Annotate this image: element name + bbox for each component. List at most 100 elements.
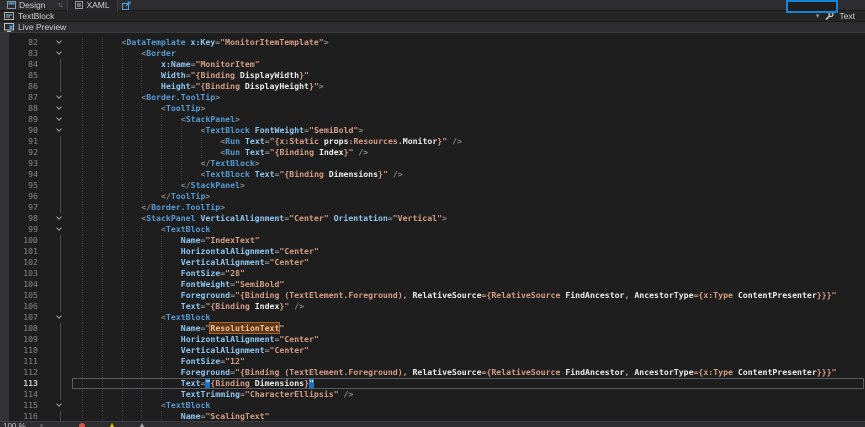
code-token: ToolTip — [171, 191, 206, 201]
code-line[interactable]: 92<Run Text="{Binding Index}" /> — [0, 147, 865, 158]
live-preview-bar[interactable]: Live Preview — [0, 22, 865, 33]
popout-button[interactable] — [118, 1, 135, 10]
code-line[interactable]: 96</ToolTip> — [0, 191, 865, 202]
code-line[interactable]: 94<TextBlock Text="{Binding Dimensions}"… — [0, 169, 865, 180]
code-line[interactable]: 95</StackPanel> — [0, 180, 865, 191]
fold-chevron-icon[interactable] — [56, 49, 62, 55]
fold-chevron-icon[interactable] — [56, 214, 62, 220]
code-line[interactable]: 85Width="{Binding DisplayWidth}" — [0, 70, 865, 81]
code-line[interactable]: 107<TextBlock — [0, 312, 865, 323]
code-line[interactable]: 97</Border.ToolTip> — [0, 202, 865, 213]
code-line[interactable]: 91 <Run Text="{x:Static props:Resources.M… — [0, 136, 865, 147]
code-line[interactable]: 93</TextBlock> — [0, 158, 865, 169]
code-line[interactable]: 116Name="ScalingText" — [0, 411, 865, 421]
code-area: <TextBlock — [70, 224, 865, 235]
code-line[interactable]: 113Text="{Binding Dimensions}" — [0, 378, 865, 389]
code-area: <TextBlock FontWeight="SemiBold"> — [70, 125, 865, 136]
code-line[interactable]: 104FontWeight="SemiBold" — [0, 279, 865, 290]
fold-margin[interactable] — [46, 213, 70, 224]
code-line[interactable]: 98<StackPanel VerticalAlignment="Center"… — [0, 213, 865, 224]
code-line[interactable]: 106Text="{Binding Index}" /> — [0, 301, 865, 312]
code-line[interactable]: 110VerticalAlignment="Center" — [0, 345, 865, 356]
code-area: x:Name="MonitorItem" — [70, 59, 865, 70]
code-line[interactable]: 114TextTrimming="CharacterEllipsis" /> — [0, 389, 865, 400]
fold-chevron-icon[interactable] — [56, 38, 62, 44]
code-line[interactable]: 115<TextBlock — [0, 400, 865, 411]
fold-margin[interactable] — [46, 37, 70, 48]
fold-margin — [46, 59, 70, 70]
outline-region-line — [60, 323, 61, 334]
zoom-level[interactable]: 100 % — [3, 422, 26, 427]
code-line[interactable]: 101HorizontalAlignment="Center" — [0, 246, 865, 257]
code-line[interactable]: 102VerticalAlignment="Center" — [0, 257, 865, 268]
tab-design[interactable]: Design — [0, 0, 52, 11]
code-token: DataTemplate — [126, 37, 185, 47]
code-token: "{Binding (TextElement.Foreground), — [235, 367, 412, 377]
line-number: 108 — [0, 323, 46, 334]
fold-margin — [46, 279, 70, 290]
code-area: <StackPanel VerticalAlignment="Center" O… — [70, 213, 865, 224]
code-token: "IndexText" — [205, 235, 259, 245]
error-icon[interactable] — [79, 423, 85, 427]
code-line[interactable]: 100Name="IndexText" — [0, 235, 865, 246]
code-token: Foreground — [181, 290, 230, 300]
code-text: <Run Text="{x:Static props:Resources.Mon… — [70, 136, 865, 147]
fold-margin[interactable] — [46, 114, 70, 125]
code-editor[interactable]: 82<DataTemplate x:Key="MonitorItemTempla… — [0, 33, 865, 421]
fold-chevron-icon[interactable] — [56, 115, 62, 121]
fold-margin[interactable] — [46, 224, 70, 235]
code-line[interactable]: 90<TextBlock FontWeight="SemiBold"> — [0, 125, 865, 136]
focused-control-outline[interactable] — [786, 0, 838, 13]
tab-xaml[interactable]: XAML — [67, 0, 117, 11]
code-token: Text — [181, 378, 201, 388]
code-line[interactable]: 88<ToolTip> — [0, 103, 865, 114]
fold-margin[interactable] — [46, 92, 70, 103]
code-line[interactable]: 84x:Name="MonitorItem" — [0, 59, 865, 70]
outline-region-line — [60, 70, 61, 81]
code-token: " — [279, 323, 284, 333]
code-line[interactable]: 112Foreground="{Binding (TextElement.For… — [0, 367, 865, 378]
fold-margin — [46, 334, 70, 345]
code-line[interactable]: 99<TextBlock — [0, 224, 865, 235]
swap-panes-button[interactable]: ↑↓ — [52, 0, 67, 11]
fold-chevron-icon[interactable] — [56, 225, 62, 231]
code-line[interactable]: 108Name="ResolutionText" — [0, 323, 865, 334]
code-line[interactable]: 86Height="{Binding DisplayHeight}"> — [0, 81, 865, 92]
line-number: 97 — [0, 202, 46, 213]
fold-margin — [46, 191, 70, 202]
code-token: Text — [245, 136, 265, 146]
fold-chevron-icon[interactable] — [56, 126, 62, 132]
fold-margin[interactable] — [46, 400, 70, 411]
line-number: 88 — [0, 103, 46, 114]
code-line[interactable]: 87<Border.ToolTip> — [0, 92, 865, 103]
code-line[interactable]: 82<DataTemplate x:Key="MonitorItemTempla… — [0, 37, 865, 48]
fold-margin[interactable] — [46, 125, 70, 136]
fold-chevron-icon[interactable] — [56, 104, 62, 110]
code-line[interactable]: 89<StackPanel> — [0, 114, 865, 125]
code-line[interactable]: 105Foreground="{Binding (TextElement.For… — [0, 290, 865, 301]
breadcrumb-element-item[interactable]: TextBlock — [4, 11, 54, 22]
live-preview-icon — [4, 23, 14, 32]
code-token: ={RelativeSource — [482, 290, 566, 300]
code-line[interactable]: 111FontSize="12" — [0, 356, 865, 367]
fold-chevron-icon[interactable] — [56, 313, 62, 319]
fold-margin[interactable] — [46, 48, 70, 59]
fold-chevron-icon[interactable] — [56, 93, 62, 99]
code-token: :Resources. — [349, 136, 403, 146]
code-token: Name — [181, 323, 201, 333]
code-line[interactable]: 109HorizontalAlignment="Center" — [0, 334, 865, 345]
code-line[interactable]: 103FontSize="28" — [0, 268, 865, 279]
breadcrumb-bar: TextBlock ▾ Text — [0, 11, 865, 22]
fold-chevron-icon[interactable] — [56, 401, 62, 407]
warning-icon[interactable] — [109, 423, 115, 427]
fold-margin[interactable] — [46, 312, 70, 323]
line-number: 91 — [0, 136, 46, 147]
tab-xaml-label: XAML — [86, 0, 109, 11]
fold-margin — [46, 169, 70, 180]
message-icon[interactable] — [139, 423, 145, 427]
code-line[interactable]: 83<Border — [0, 48, 865, 59]
code-area: VerticalAlignment="Center" — [70, 257, 865, 268]
fold-margin[interactable] — [46, 103, 70, 114]
editor-status-bar: 100 % ▾ — [0, 421, 865, 427]
outline-region-line — [60, 147, 61, 158]
